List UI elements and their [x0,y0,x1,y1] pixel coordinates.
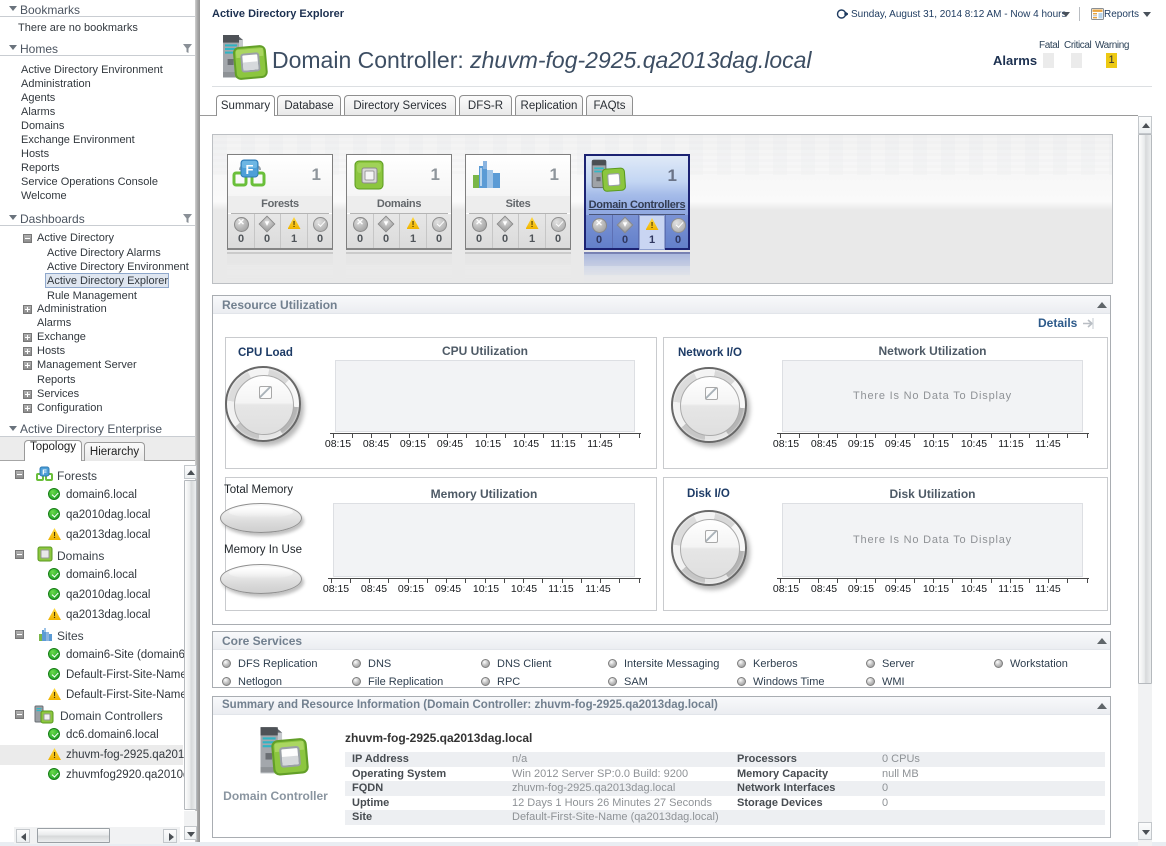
svg-text:F: F [246,162,254,177]
svg-text:F: F [42,468,47,477]
